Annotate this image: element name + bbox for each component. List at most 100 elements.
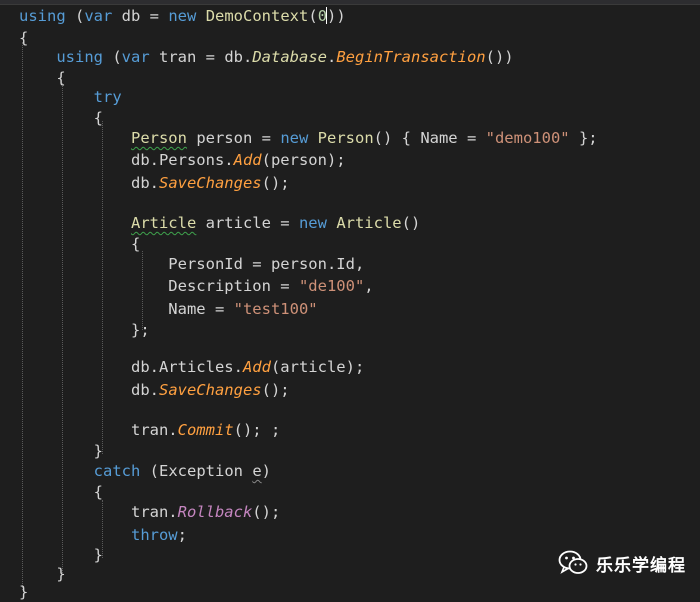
code-editor[interactable]: using (var db = new DemoContext(0)) { usi… (0, 0, 700, 601)
code-line: { (19, 108, 103, 128)
code-line: db.Articles.Add(article); (19, 357, 364, 377)
code-line: } (19, 545, 103, 565)
code-token: db. (19, 381, 159, 399)
code-token: )) (327, 7, 346, 25)
code-line: { (19, 68, 66, 88)
code-token: article = (196, 214, 299, 232)
code-token: Database (252, 48, 327, 66)
code-token: } (19, 565, 66, 583)
code-line: }; (19, 320, 150, 340)
code-token: , (364, 277, 374, 295)
code-line: throw; (19, 525, 187, 545)
code-token: ()) (485, 48, 514, 66)
code-token: { (19, 29, 29, 47)
code-token: } (19, 442, 103, 460)
code-token: tran. (19, 503, 178, 521)
code-token: (); (252, 503, 281, 521)
code-token: (article); (270, 358, 365, 376)
code-token: using (19, 7, 66, 25)
code-token: } (19, 546, 103, 564)
code-line: } (19, 564, 66, 584)
code-token: } (19, 583, 29, 601)
code-token: { (19, 235, 141, 253)
code-token: new (280, 129, 309, 147)
code-token: Person (130, 129, 187, 147)
code-line: tran.Commit(); ; (19, 420, 280, 440)
code-line: { (19, 482, 103, 502)
code-token: new (168, 7, 197, 25)
code-line: Name = "test100" (19, 299, 318, 319)
code-line: Person person = new Person() { Name = "d… (19, 128, 598, 148)
editor-separator (0, 4, 700, 5)
code-line: catch (Exception e) (19, 461, 271, 481)
wechat-icon (558, 550, 588, 574)
code-token: (person); (261, 151, 346, 169)
code-token: try (93, 88, 122, 106)
code-line: db.Persons.Add(person); (19, 150, 346, 170)
code-line: } (19, 582, 28, 602)
code-token: Add (233, 151, 262, 169)
code-token: SaveChanges (158, 174, 262, 192)
code-line: using (var tran = db.Database.BeginTrans… (19, 47, 514, 67)
code-line: try (19, 87, 122, 107)
code-token: () (401, 214, 421, 232)
code-token: var (121, 48, 150, 66)
code-token: ( (308, 7, 318, 25)
code-token: using (56, 48, 103, 66)
code-token: db.Articles. (19, 358, 243, 376)
code-line: PersonId = person.Id, (19, 254, 364, 274)
code-token: "test100" (233, 300, 318, 318)
code-token: tran = db. (149, 48, 253, 66)
code-token: Article (336, 214, 402, 232)
code-token: (Exception (140, 462, 253, 480)
code-line: Description = "de100", (19, 276, 374, 296)
code-token: }; (569, 129, 598, 147)
code-token: db.Persons. (19, 151, 234, 169)
code-token: BeginTransaction (336, 48, 486, 66)
code-token: catch (93, 462, 141, 480)
watermark-text: 乐乐学编程 (596, 555, 686, 576)
code-token: ; (177, 526, 187, 544)
code-token: PersonId = person.Id, (19, 255, 365, 273)
code-token: new (298, 214, 327, 232)
code-token: db = (112, 7, 169, 25)
code-line: db.SaveChanges(); (19, 173, 290, 193)
code-line: using (var db = new DemoContext(0)) (19, 6, 346, 26)
code-line: { (19, 234, 140, 254)
code-token: "demo100" (485, 129, 570, 147)
code-token: db. (19, 174, 159, 192)
code-token: Commit (177, 421, 234, 439)
code-token: Add (242, 358, 271, 376)
code-token: { (19, 69, 66, 87)
code-token: "de100" (298, 277, 365, 295)
code-token: }; (19, 321, 150, 339)
code-token: (); ; (233, 421, 281, 439)
code-token: var (84, 7, 113, 25)
code-token: tran. (19, 421, 178, 439)
code-token: person = (186, 129, 281, 147)
code-token: SaveChanges (158, 381, 262, 399)
code-token: DemoContext (205, 7, 309, 25)
code-token: Description = (19, 277, 299, 295)
code-token: { (19, 109, 103, 127)
code-token: ( (65, 7, 85, 25)
code-token: Name = (19, 300, 234, 318)
code-token: throw (130, 526, 178, 544)
code-token: (); (261, 174, 290, 192)
watermark: 乐乐学编程 (558, 550, 686, 576)
code-token: (); (261, 381, 290, 399)
code-token: Rollback (177, 503, 253, 521)
code-token: { (19, 483, 103, 501)
code-token: () { Name = (373, 129, 486, 147)
code-token: . (326, 48, 337, 66)
code-line: db.SaveChanges(); (19, 380, 290, 400)
